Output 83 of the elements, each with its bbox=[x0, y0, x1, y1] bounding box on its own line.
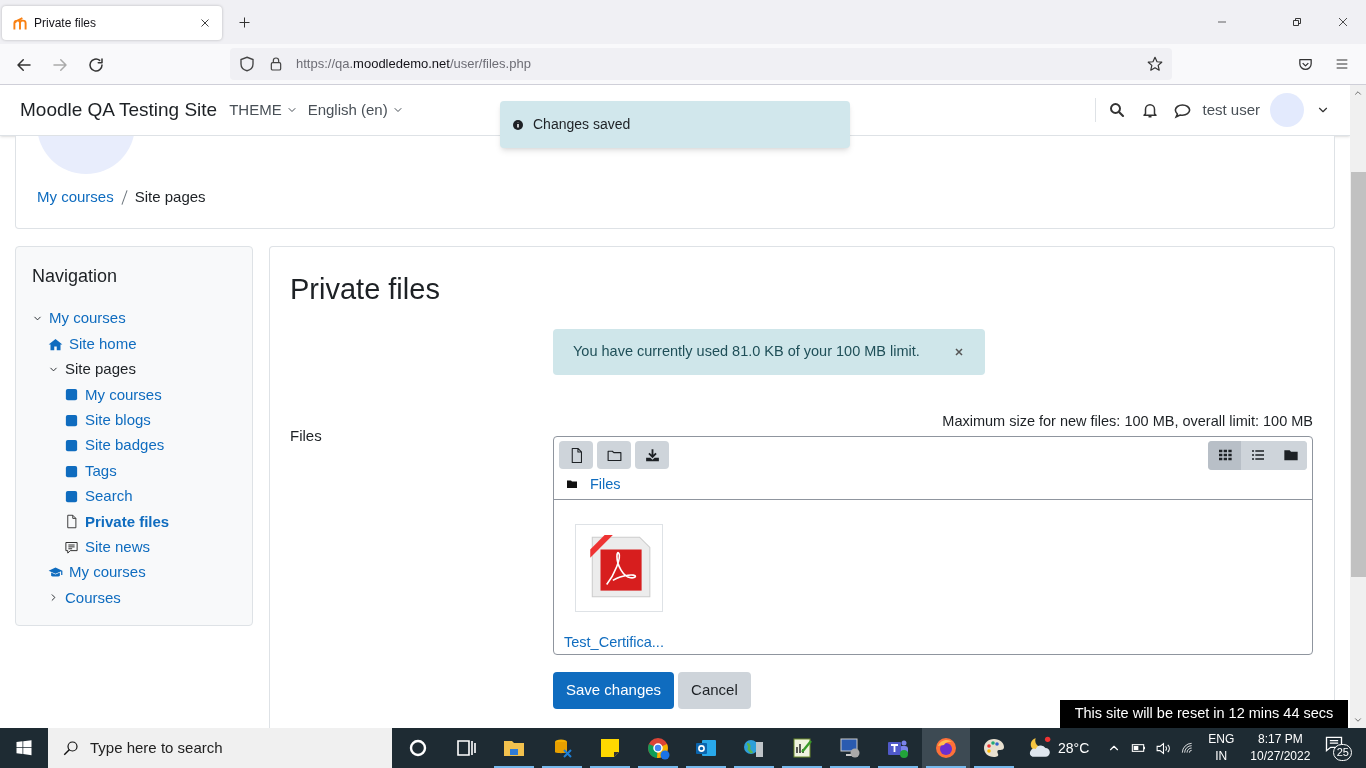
star-icon[interactable] bbox=[1146, 55, 1164, 73]
download-button[interactable] bbox=[635, 441, 669, 470]
close-icon[interactable] bbox=[953, 346, 965, 358]
temperature[interactable]: 28°C bbox=[1058, 737, 1090, 759]
user-name[interactable]: test user bbox=[1202, 98, 1260, 122]
moodle-logo-icon bbox=[12, 15, 28, 31]
bell-icon[interactable] bbox=[1141, 101, 1160, 119]
nav-item[interactable]: My courses bbox=[85, 383, 162, 407]
folder-icon bbox=[566, 478, 578, 491]
lock-icon bbox=[268, 56, 284, 72]
wifi-icon[interactable] bbox=[1180, 741, 1195, 755]
nav-item[interactable]: Site blogs bbox=[85, 409, 151, 432]
arrow-down-icon bbox=[1353, 715, 1363, 725]
breadcrumb-link[interactable]: My courses bbox=[37, 186, 114, 209]
sticky-note-icon bbox=[598, 736, 622, 760]
arrow-up-icon bbox=[1353, 88, 1363, 98]
windows-logo-icon bbox=[15, 739, 33, 757]
chart-document-icon bbox=[790, 736, 814, 760]
reset-banner: This site will be reset in 12 mins 44 secs bbox=[1060, 700, 1348, 728]
page-heading: Private files bbox=[290, 272, 441, 307]
site-name[interactable]: Moodle QA Testing Site bbox=[20, 95, 218, 125]
comment-icon bbox=[64, 539, 79, 555]
nav-item[interactable]: Site news bbox=[85, 535, 151, 559]
url-text: https://qa.moodledemo.net/user/files.php bbox=[296, 55, 532, 74]
cancel-button[interactable]: Cancel bbox=[678, 671, 751, 709]
size-limit-text: Maximum size for new files: 100 MB, overall limit: 100 MB bbox=[941, 412, 1313, 431]
file-thumbnail[interactable] bbox=[575, 524, 663, 612]
restore-icon[interactable] bbox=[1291, 16, 1303, 28]
taskbar-search-field[interactable]: Type here to search bbox=[48, 728, 392, 768]
file-name[interactable]: Test_Certifica... bbox=[564, 632, 664, 654]
nav-item[interactable]: Tags bbox=[85, 459, 117, 483]
new-file-button[interactable] bbox=[559, 441, 593, 470]
address-bar[interactable]: https://qa.moodledemo.net/user/files.php bbox=[230, 48, 1172, 80]
nav-item[interactable]: Private files bbox=[85, 510, 170, 534]
square-icon bbox=[64, 463, 79, 479]
nav-item[interactable]: My courses bbox=[69, 561, 146, 584]
nav-item[interactable]: Site badges bbox=[85, 434, 165, 457]
browser-tab[interactable]: Private files bbox=[2, 6, 222, 40]
breadcrumb-current: Site pages bbox=[134, 187, 206, 207]
scrollbar-thumb[interactable] bbox=[1350, 172, 1366, 577]
square-icon bbox=[64, 387, 79, 403]
square-icon bbox=[64, 412, 79, 428]
nav-item[interactable]: My courses bbox=[49, 307, 126, 330]
path-link[interactable]: Files bbox=[590, 473, 621, 496]
shield-icon bbox=[238, 55, 256, 73]
nav-item[interactable]: Search bbox=[85, 485, 133, 508]
clock[interactable]: 8:17 PM 10/27/2022 bbox=[1250, 731, 1311, 765]
new-tab-icon[interactable] bbox=[237, 15, 252, 30]
pocket-icon[interactable] bbox=[1297, 56, 1314, 73]
field-label: Files bbox=[290, 426, 323, 446]
nav-item[interactable]: Site home bbox=[69, 332, 137, 356]
toast-text: Changes saved bbox=[533, 115, 631, 134]
save-button[interactable]: Save changes bbox=[553, 671, 675, 709]
search-icon[interactable] bbox=[1108, 101, 1127, 119]
scrollbar[interactable] bbox=[1350, 85, 1366, 728]
nav-item[interactable]: Site pages bbox=[65, 358, 136, 381]
search-placeholder: Type here to search bbox=[90, 737, 223, 758]
block-title: Navigation bbox=[32, 265, 119, 288]
home-icon bbox=[48, 336, 63, 352]
tab-title: Private files bbox=[34, 15, 98, 32]
notification-count: 25 bbox=[1333, 744, 1353, 761]
browser-icon bbox=[646, 736, 670, 760]
download-icon bbox=[643, 446, 661, 464]
nav-item[interactable]: Courses bbox=[65, 586, 121, 610]
computer-icon bbox=[838, 736, 862, 760]
language-indicator[interactable]: ENG IN bbox=[1208, 731, 1235, 765]
close-icon[interactable] bbox=[1337, 16, 1349, 28]
fox-browser-icon bbox=[934, 736, 958, 760]
square-icon bbox=[64, 438, 79, 454]
view-toggle[interactable] bbox=[1208, 440, 1241, 470]
reload-icon[interactable] bbox=[87, 56, 105, 74]
document-icon bbox=[64, 514, 79, 530]
search-icon bbox=[62, 739, 80, 757]
dropdown-menu[interactable]: THEME bbox=[229, 98, 298, 122]
paint-palette-icon bbox=[982, 736, 1006, 760]
alert-text: You have currently used 81.0 KB of your 100 MB limit. bbox=[573, 342, 920, 362]
folder-button[interactable] bbox=[597, 441, 631, 470]
info-icon bbox=[512, 118, 524, 131]
menu-icon[interactable] bbox=[1334, 56, 1350, 72]
notification-center[interactable]: 25 bbox=[1324, 734, 1353, 762]
square-icon bbox=[64, 488, 79, 504]
back-icon[interactable] bbox=[15, 56, 33, 74]
dropdown-menu[interactable]: English (en) bbox=[307, 98, 404, 122]
